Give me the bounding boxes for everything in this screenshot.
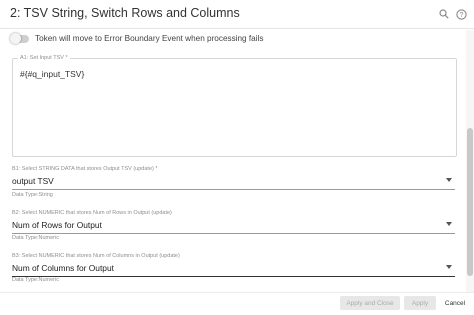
header-divider xyxy=(0,28,474,29)
svg-text:?: ? xyxy=(459,12,463,19)
rows-label: B2: Select NUMERIC that stores Num of Ro… xyxy=(12,210,172,216)
toggle-knob xyxy=(10,33,21,44)
output-tsv-helper: Data Type:String xyxy=(12,192,53,198)
rows-select[interactable]: Num of Rows for Output xyxy=(12,219,455,234)
search-icon[interactable] xyxy=(438,8,450,20)
output-tsv-value: output TSV xyxy=(12,176,54,186)
rows-value: Num of Rows for Output xyxy=(12,220,102,230)
footer-divider xyxy=(0,292,474,293)
error-boundary-toggle[interactable] xyxy=(10,33,29,44)
dropdown-arrow-icon xyxy=(446,265,452,269)
error-boundary-toggle-label: Token will move to Error Boundary Event … xyxy=(35,34,264,43)
columns-value: Num of Columns for Output xyxy=(12,263,114,273)
dialog-title: 2: TSV String, Switch Rows and Columns xyxy=(10,6,240,20)
apply-button[interactable]: Apply xyxy=(404,296,436,310)
cancel-button[interactable]: Cancel xyxy=(441,296,469,310)
columns-select[interactable]: Num of Columns for Output xyxy=(12,262,455,277)
dialog-header: 2: TSV String, Switch Rows and Columns ? xyxy=(0,0,474,30)
select-underline xyxy=(12,233,455,234)
columns-helper: Data Type:Numeric xyxy=(12,277,59,283)
help-icon[interactable]: ? xyxy=(455,8,467,20)
dropdown-arrow-icon xyxy=(446,178,452,182)
columns-label: B3: Select NUMERIC that stores Num of Co… xyxy=(12,253,180,259)
output-tsv-select[interactable]: output TSV xyxy=(12,175,455,190)
apply-and-close-button[interactable]: Apply and Close xyxy=(340,296,400,310)
rows-helper: Data Type:Numeric xyxy=(12,235,59,241)
select-underline xyxy=(12,189,455,190)
input-tsv-value[interactable]: #{#q_input_TSV} xyxy=(20,69,84,79)
dropdown-arrow-icon xyxy=(446,222,452,226)
scrollbar-thumb[interactable] xyxy=(467,128,473,276)
input-tsv-label: A1: Set Input TSV * xyxy=(18,55,70,61)
output-tsv-label: B1: Select STRING DATA that stores Outpu… xyxy=(12,166,158,172)
select-underline xyxy=(12,276,455,277)
